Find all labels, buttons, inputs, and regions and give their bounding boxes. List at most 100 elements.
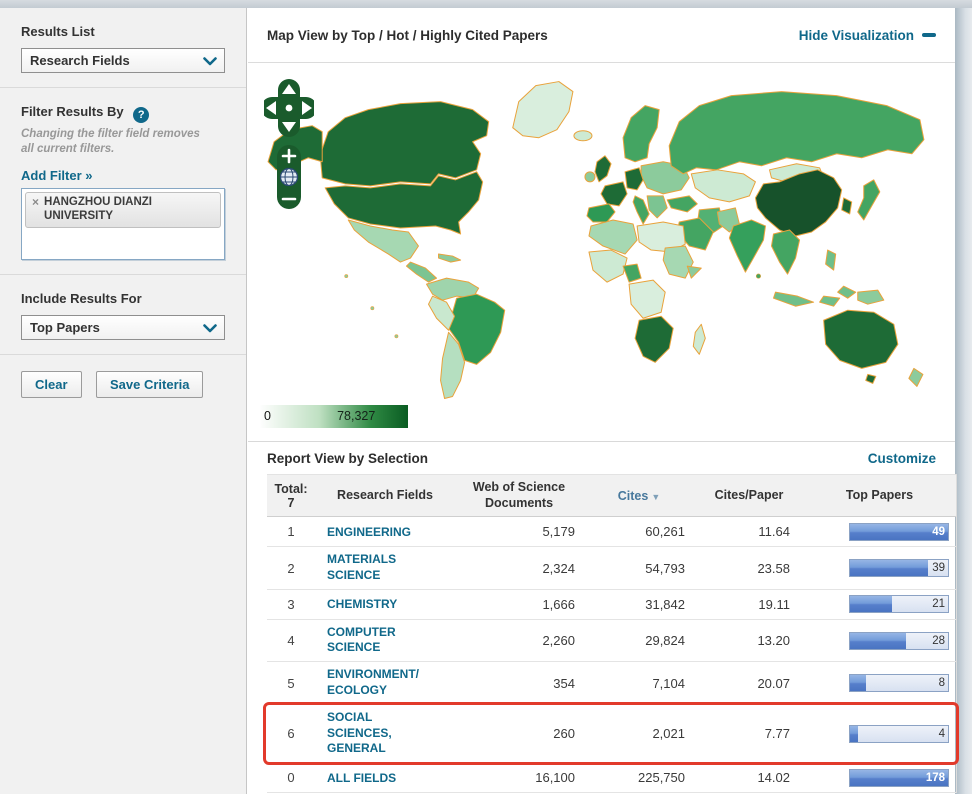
research-field-link[interactable]: COMPUTER SCIENCE [327, 625, 425, 656]
add-filter-link[interactable]: Add Filter » [21, 168, 93, 183]
map-region-east-africa[interactable] [663, 246, 693, 278]
table-header-row: Total: 7 Research Fields Web of Science … [267, 474, 956, 517]
cites-value: 54,793 [583, 561, 695, 576]
clear-button[interactable]: Clear [21, 371, 82, 398]
map-region-canada[interactable] [320, 102, 488, 186]
map-region-central-america[interactable] [406, 262, 436, 282]
column-header-cites[interactable]: Cites▼ [583, 489, 695, 503]
map-region-uk[interactable] [595, 156, 611, 182]
sidebar-actions: Clear Save Criteria [0, 355, 246, 398]
top-papers-bar: 49 [849, 523, 949, 541]
map-region-iceland[interactable] [574, 131, 592, 141]
map-region-korea[interactable] [842, 198, 852, 214]
map-region-north-africa[interactable] [589, 220, 637, 254]
top-papers-value: 39 [932, 562, 945, 574]
map-region-ireland[interactable] [585, 172, 595, 182]
top-papers-bar-fill [850, 726, 858, 742]
map-region-greenland[interactable] [513, 82, 573, 138]
wos-documents-value: 5,179 [455, 524, 583, 539]
table-row: 4 COMPUTER SCIENCE 2,260 29,824 13.20 28 [267, 620, 956, 663]
map-region-scandinavia[interactable] [623, 106, 659, 162]
map-region-madagascar[interactable] [693, 324, 705, 354]
map-region-kazakhstan[interactable] [691, 170, 755, 202]
world-map[interactable] [250, 69, 952, 401]
table-row-all-fields: 0 ALL FIELDS 16,100 225,750 14.02 178 [267, 763, 956, 793]
row-rank: 6 [267, 726, 315, 741]
include-results-selected-value: Top Papers [22, 316, 224, 339]
chevron-down-icon [203, 57, 217, 66]
research-field-link[interactable]: ALL FIELDS [327, 771, 396, 787]
cites-per-paper-value: 14.02 [695, 770, 803, 785]
wos-documents-value: 2,260 [455, 633, 583, 648]
wos-documents-value: 2,324 [455, 561, 583, 576]
map-region-se-asia[interactable] [771, 230, 799, 274]
collapse-icon[interactable] [922, 33, 936, 37]
customize-link[interactable]: Customize [868, 451, 936, 466]
research-field-link[interactable]: SOCIAL SCIENCES, GENERAL [327, 710, 425, 757]
cites-value: 29,824 [583, 633, 695, 648]
save-criteria-button[interactable]: Save Criteria [96, 371, 204, 398]
top-papers-bar: 178 [849, 769, 949, 787]
map-region-nigeria[interactable] [623, 264, 641, 282]
map-region-borneo[interactable] [838, 286, 856, 298]
map-region-japan[interactable] [858, 180, 880, 220]
include-results-section: Include Results For Top Papers [0, 275, 246, 355]
wos-documents-value: 16,100 [455, 770, 583, 785]
results-list-select[interactable]: Research Fields [21, 48, 225, 73]
map-region-indonesia-east[interactable] [820, 296, 840, 306]
remove-filter-icon[interactable]: × [32, 195, 39, 224]
cites-value: 225,750 [583, 770, 695, 785]
page-right-chrome [955, 8, 972, 794]
map-region-indonesia[interactable] [773, 292, 813, 306]
map-region-horn-of-africa[interactable] [687, 266, 701, 278]
map-region-iberia[interactable] [587, 204, 615, 222]
column-header-total: Total: 7 [267, 482, 315, 510]
map-region-peru[interactable] [429, 296, 455, 330]
cites-per-paper-value: 20.07 [695, 676, 803, 691]
research-field-link[interactable]: CHEMISTRY [327, 597, 397, 613]
column-header-top-papers[interactable]: Top Papers [803, 488, 956, 504]
research-field-link[interactable]: MATERIALS SCIENCE [327, 552, 425, 583]
table-row: 1 ENGINEERING 5,179 60,261 11.64 49 [267, 517, 956, 547]
total-count: 7 [267, 496, 315, 510]
map-region-germany[interactable] [625, 168, 643, 190]
research-field-link[interactable]: ENVIRONMENT/ECOLOGY [327, 667, 425, 698]
map-region-turkey[interactable] [667, 196, 697, 212]
row-rank: 0 [267, 770, 315, 785]
map-region-china[interactable] [755, 170, 841, 236]
hide-visualization-link[interactable]: Hide Visualization [799, 28, 914, 43]
map-region-india[interactable] [729, 220, 765, 272]
table-row-highlighted: 6 SOCIAL SCIENCES, GENERAL 260 2,021 7.7… [267, 705, 956, 763]
top-papers-bar: 8 [849, 674, 949, 692]
column-header-research-fields[interactable]: Research Fields [315, 488, 455, 504]
top-papers-bar: 4 [849, 725, 949, 743]
map-region-caribbean[interactable] [439, 254, 461, 262]
globe-reset-icon[interactable] [281, 169, 298, 186]
column-header-wos-documents[interactable]: Web of Science Documents [455, 480, 583, 511]
map-region-philippines[interactable] [826, 250, 836, 270]
cites-value: 2,021 [583, 726, 695, 741]
map-region-russia[interactable] [669, 92, 924, 174]
map-region-central-africa[interactable] [629, 280, 665, 318]
chevron-down-icon [203, 324, 217, 333]
map-region-south-africa[interactable] [635, 316, 673, 362]
map-region-papua[interactable] [858, 290, 884, 304]
map-island [756, 274, 760, 278]
map-region-tasmania[interactable] [866, 374, 876, 383]
column-header-cites-per-paper[interactable]: Cites/Paper [695, 488, 803, 504]
research-field-link[interactable]: ENGINEERING [327, 525, 411, 541]
map-region-italy[interactable] [633, 196, 649, 224]
help-icon[interactable]: ? [133, 107, 149, 123]
sort-desc-icon: ▼ [651, 492, 660, 502]
table-row: 5 ENVIRONMENT/ECOLOGY 354 7,104 20.07 8 [267, 662, 956, 705]
include-results-select[interactable]: Top Papers [21, 315, 225, 340]
legend-min-value: 0 [264, 405, 271, 428]
top-papers-value: 4 [939, 728, 945, 740]
map-region-balkans[interactable] [647, 196, 667, 218]
cites-per-paper-value: 19.11 [695, 597, 803, 612]
map-region-australia[interactable] [824, 310, 898, 368]
sidebar: Results List Research Fields Filter Resu… [0, 8, 247, 794]
map-region-west-africa[interactable] [589, 250, 627, 282]
map-region-new-zealand[interactable] [909, 368, 923, 386]
map-region-france[interactable] [601, 182, 627, 206]
